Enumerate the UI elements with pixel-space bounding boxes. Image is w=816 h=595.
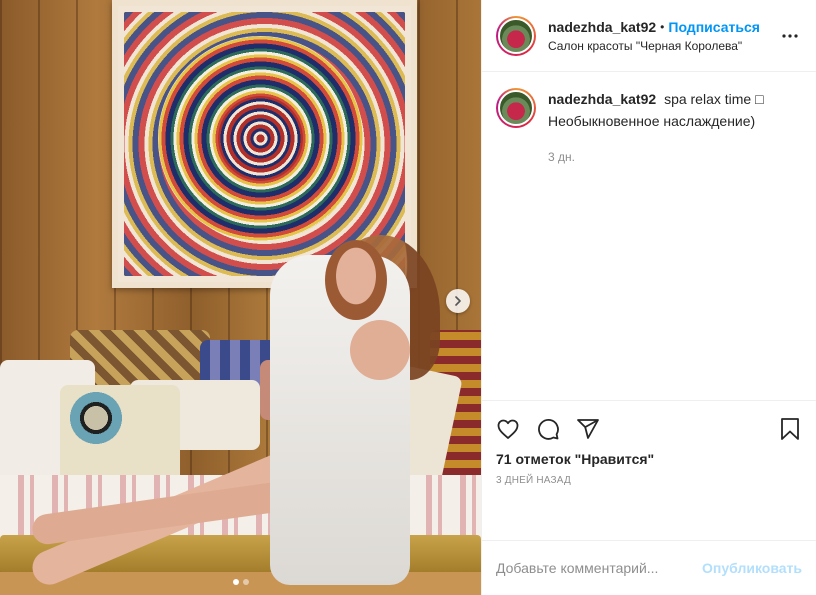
caption-body: nadezhda_kat92 spa relax time □ Необыкно… bbox=[548, 88, 802, 168]
bookmark-icon bbox=[781, 418, 799, 440]
more-options-button[interactable] bbox=[778, 24, 802, 48]
comment-input[interactable] bbox=[496, 560, 703, 576]
more-options-icon bbox=[782, 33, 798, 38]
save-button[interactable] bbox=[762, 409, 802, 449]
caption-username[interactable]: nadezhda_kat92 bbox=[548, 91, 656, 107]
post-actions: 71 отметок "Нравится" 3 ДНЕЙ НАЗАД bbox=[482, 400, 816, 540]
comment-button[interactable] bbox=[536, 409, 576, 449]
header-text: nadezhda_kat92 • Подписаться Салон красо… bbox=[548, 18, 778, 54]
caption-avatar[interactable] bbox=[496, 88, 536, 128]
comment-icon bbox=[538, 418, 559, 440]
caption: nadezhda_kat92 spa relax time □ Необыкно… bbox=[496, 88, 802, 168]
tapestry-center bbox=[218, 96, 303, 181]
like-button[interactable] bbox=[496, 409, 536, 449]
separator-dot: • bbox=[660, 19, 665, 34]
avatar[interactable] bbox=[496, 15, 536, 56]
caption-text-line: nadezhda_kat92 spa relax time □ Необыкно… bbox=[548, 88, 802, 132]
share-button[interactable] bbox=[576, 409, 616, 449]
instagram-post: nadezhda_kat92 • Подписаться Салон красо… bbox=[0, 0, 816, 595]
person-shoulder bbox=[350, 320, 410, 380]
post-date[interactable]: 3 ДНЕЙ НАЗАД bbox=[496, 475, 802, 486]
post-sidebar: nadezhda_kat92 • Подписаться Салон красо… bbox=[481, 0, 816, 595]
follow-button[interactable]: Подписаться bbox=[668, 18, 760, 36]
location-link[interactable]: Салон красоты "Черная Королева" bbox=[548, 38, 778, 54]
carousel-dot bbox=[242, 579, 249, 585]
username-link[interactable]: nadezhda_kat92 bbox=[548, 18, 656, 36]
carousel-dots bbox=[0, 579, 481, 585]
likes-count[interactable]: 71 отметок "Нравится" bbox=[496, 451, 802, 467]
header-row: nadezhda_kat92 • Подписаться bbox=[548, 18, 778, 36]
publish-button[interactable]: Опубликовать bbox=[702, 560, 802, 576]
carousel-dot-active bbox=[232, 579, 239, 585]
action-icons bbox=[496, 409, 802, 449]
carousel-next-button[interactable] bbox=[446, 289, 470, 313]
heart-icon bbox=[497, 419, 519, 439]
person-face bbox=[325, 240, 387, 320]
comments-section: nadezhda_kat92 spa relax time □ Необыкно… bbox=[482, 72, 816, 400]
share-icon bbox=[577, 419, 599, 439]
chevron-right-icon bbox=[455, 296, 461, 306]
post-photo[interactable] bbox=[0, 0, 481, 595]
caption-time[interactable]: 3 дн. bbox=[548, 146, 802, 168]
add-comment-bar: Опубликовать bbox=[482, 540, 816, 595]
post-header: nadezhda_kat92 • Подписаться Салон красо… bbox=[482, 0, 816, 72]
